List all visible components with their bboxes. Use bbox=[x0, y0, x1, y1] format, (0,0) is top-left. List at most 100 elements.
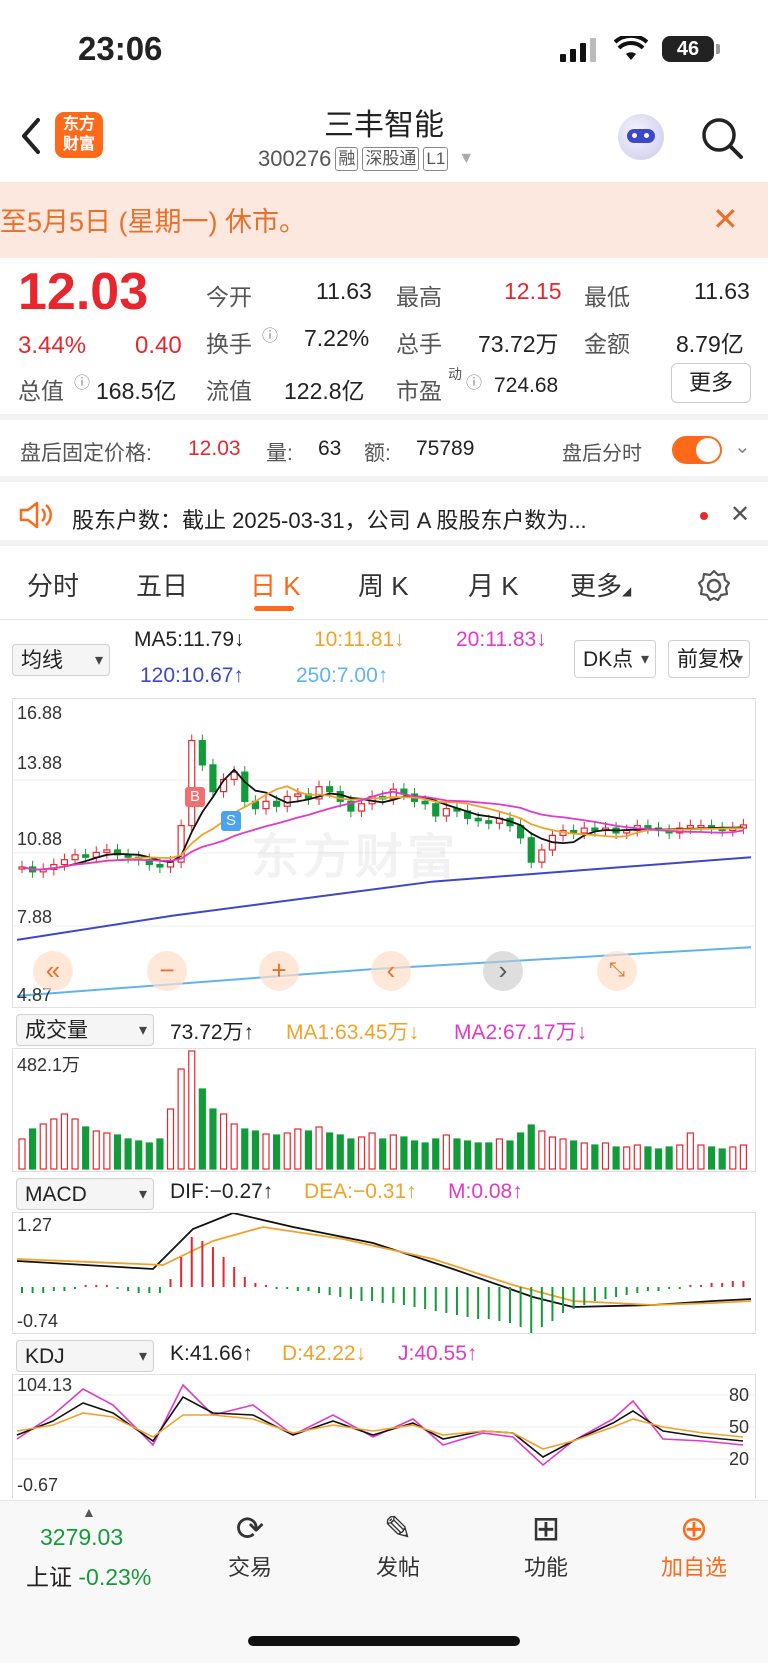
volume-ma2: MA2:67.17万↓ bbox=[454, 1021, 588, 1044]
sell-marker[interactable]: S bbox=[221, 811, 241, 831]
kdj-chart bbox=[13, 1383, 755, 1467]
triangle-up-icon: ▲ bbox=[82, 1504, 96, 1520]
nav-function[interactable]: ⊞ 功能 bbox=[486, 1508, 606, 1582]
volume-bar bbox=[177, 1068, 185, 1170]
close-icon[interactable]: ✕ bbox=[712, 200, 739, 238]
expand-icon[interactable]: ⤡ bbox=[597, 951, 637, 991]
volume-bar bbox=[400, 1136, 408, 1170]
level-tick: 80 bbox=[729, 1385, 750, 1405]
index-line[interactable]: 上证 -0.23% bbox=[26, 1558, 151, 1592]
volume-bar bbox=[654, 1148, 663, 1170]
volume-bar bbox=[71, 1118, 79, 1170]
search-icon[interactable] bbox=[700, 116, 744, 160]
y-tick: 482.1万 bbox=[17, 1055, 81, 1075]
volume-bar bbox=[495, 1138, 503, 1170]
volume-bar bbox=[591, 1144, 599, 1170]
candle-body bbox=[591, 827, 599, 832]
macd-panel[interactable]: 1.27 -0.74 bbox=[12, 1212, 756, 1334]
volume-bar bbox=[18, 1138, 26, 1170]
chevron-down-icon[interactable]: ⌄ bbox=[734, 434, 751, 459]
add-circle-icon: ⊕ bbox=[679, 1510, 709, 1548]
volume-bar bbox=[156, 1138, 164, 1170]
ma10-label: 10:11.81↓ bbox=[314, 628, 405, 651]
chevron-right-icon[interactable]: › bbox=[483, 951, 523, 991]
zoom-out-icon[interactable]: − bbox=[147, 951, 187, 991]
volume-ma1: MA1:63.45万↓ bbox=[286, 1021, 420, 1044]
kdj-select[interactable]: KDJ bbox=[16, 1340, 154, 1372]
volume-chart bbox=[18, 1050, 747, 1170]
y-tick: 104.13 bbox=[17, 1375, 73, 1395]
battery-indicator: 46 bbox=[662, 36, 720, 62]
tab-five-day[interactable]: 五日 bbox=[136, 566, 188, 603]
volume-bar bbox=[304, 1130, 313, 1170]
volume-bar bbox=[198, 1088, 206, 1170]
volume-bar bbox=[548, 1136, 557, 1170]
kdj-panel[interactable]: 104.13 -0.67 80 50 20 bbox=[12, 1374, 756, 1498]
macd-dea: DEA:−0.31↑ bbox=[304, 1180, 417, 1203]
tab-monthly-k[interactable]: 月 K bbox=[468, 566, 519, 603]
after-hours-switch-label: 盘后分时 bbox=[562, 443, 642, 465]
nav-post-label: 发帖 bbox=[375, 1555, 420, 1580]
close-icon[interactable]: ✕ bbox=[730, 500, 750, 529]
volume-select[interactable]: 成交量 bbox=[16, 1014, 154, 1046]
zoom-in-icon[interactable]: + bbox=[259, 951, 299, 991]
tab-intraday[interactable]: 分时 bbox=[27, 566, 79, 603]
candle-body bbox=[241, 771, 249, 802]
info-icon[interactable]: ⓘ bbox=[74, 369, 90, 393]
info-icon[interactable]: ⓘ bbox=[466, 369, 482, 393]
nav-trade-label: 交易 bbox=[227, 1555, 272, 1580]
volume-bar bbox=[357, 1136, 366, 1170]
pe-label: 市盈 bbox=[396, 378, 442, 404]
nav-function-label: 功能 bbox=[523, 1555, 568, 1580]
index-value[interactable]: 3279.03 bbox=[40, 1524, 123, 1551]
chevron-left-icon[interactable]: ‹ bbox=[371, 951, 411, 991]
dk-select[interactable]: DK点 bbox=[574, 640, 656, 678]
after-hours-vol: 63 bbox=[318, 437, 342, 460]
after-hours-toggle[interactable] bbox=[672, 436, 722, 464]
volume-bar bbox=[453, 1138, 461, 1170]
home-indicator bbox=[248, 1636, 520, 1646]
candle-body bbox=[421, 800, 429, 805]
buy-marker[interactable]: B bbox=[185, 787, 205, 807]
kline-panel[interactable]: 16.88 13.88 10.88 7.88 4.87 东方财富 B S « −… bbox=[12, 698, 756, 1008]
adjust-select[interactable]: 前复权 bbox=[668, 640, 750, 678]
y-tick: 7.88 bbox=[17, 907, 53, 927]
volume-bar bbox=[718, 1148, 726, 1170]
volume-bar bbox=[50, 1118, 58, 1170]
unread-dot bbox=[700, 512, 708, 520]
tab-more[interactable]: 更多◢ bbox=[570, 566, 631, 603]
nav-trade[interactable]: ⟳ 交易 bbox=[190, 1508, 310, 1582]
volume-bar bbox=[580, 1142, 588, 1170]
high-value: 12.15 bbox=[504, 278, 562, 304]
dropdown-icon[interactable]: ▼ bbox=[458, 150, 474, 168]
candle-body bbox=[71, 854, 79, 861]
candle-body bbox=[60, 859, 69, 866]
yen-cycle-icon: ⟳ bbox=[235, 1510, 265, 1548]
macd-select[interactable]: MACD bbox=[16, 1178, 154, 1210]
tab-weekly-k[interactable]: 周 K bbox=[358, 566, 409, 603]
nav-post[interactable]: ✎ 发帖 bbox=[338, 1508, 458, 1582]
change-value: 0.40 bbox=[135, 332, 182, 359]
speaker-icon bbox=[19, 501, 52, 529]
y-tick: -0.67 bbox=[17, 1475, 59, 1495]
high-label: 最高 bbox=[396, 284, 442, 310]
open-label: 今开 bbox=[206, 284, 252, 310]
index-pct: -0.23% bbox=[78, 1564, 152, 1590]
tab-daily-k[interactable]: 日 K bbox=[250, 566, 301, 603]
volume-panel[interactable]: 482.1万 bbox=[12, 1048, 756, 1172]
volume-label: 总手 bbox=[396, 331, 442, 357]
notice-text[interactable]: 股东户数：截止 2025-03-31，公司 A 股股东户数为... bbox=[72, 503, 587, 535]
info-icon[interactable]: ⓘ bbox=[262, 322, 278, 346]
ma-select[interactable]: 均线 bbox=[12, 644, 110, 676]
volume-bar bbox=[623, 1146, 631, 1170]
nav-add-watchlist[interactable]: ⊕ 加自选 bbox=[634, 1508, 754, 1582]
stock-subline: 300276 融 深股通 L1 ▼ bbox=[258, 146, 474, 172]
robot-assistant-icon[interactable] bbox=[618, 114, 664, 160]
volume-bar bbox=[92, 1130, 100, 1170]
gear-icon[interactable] bbox=[696, 568, 732, 604]
rewind-icon[interactable]: « bbox=[33, 951, 73, 991]
candle-body bbox=[188, 739, 196, 827]
volume-bar bbox=[82, 1126, 90, 1170]
more-button[interactable]: 更多 bbox=[671, 363, 751, 403]
volume-bar bbox=[379, 1138, 387, 1170]
